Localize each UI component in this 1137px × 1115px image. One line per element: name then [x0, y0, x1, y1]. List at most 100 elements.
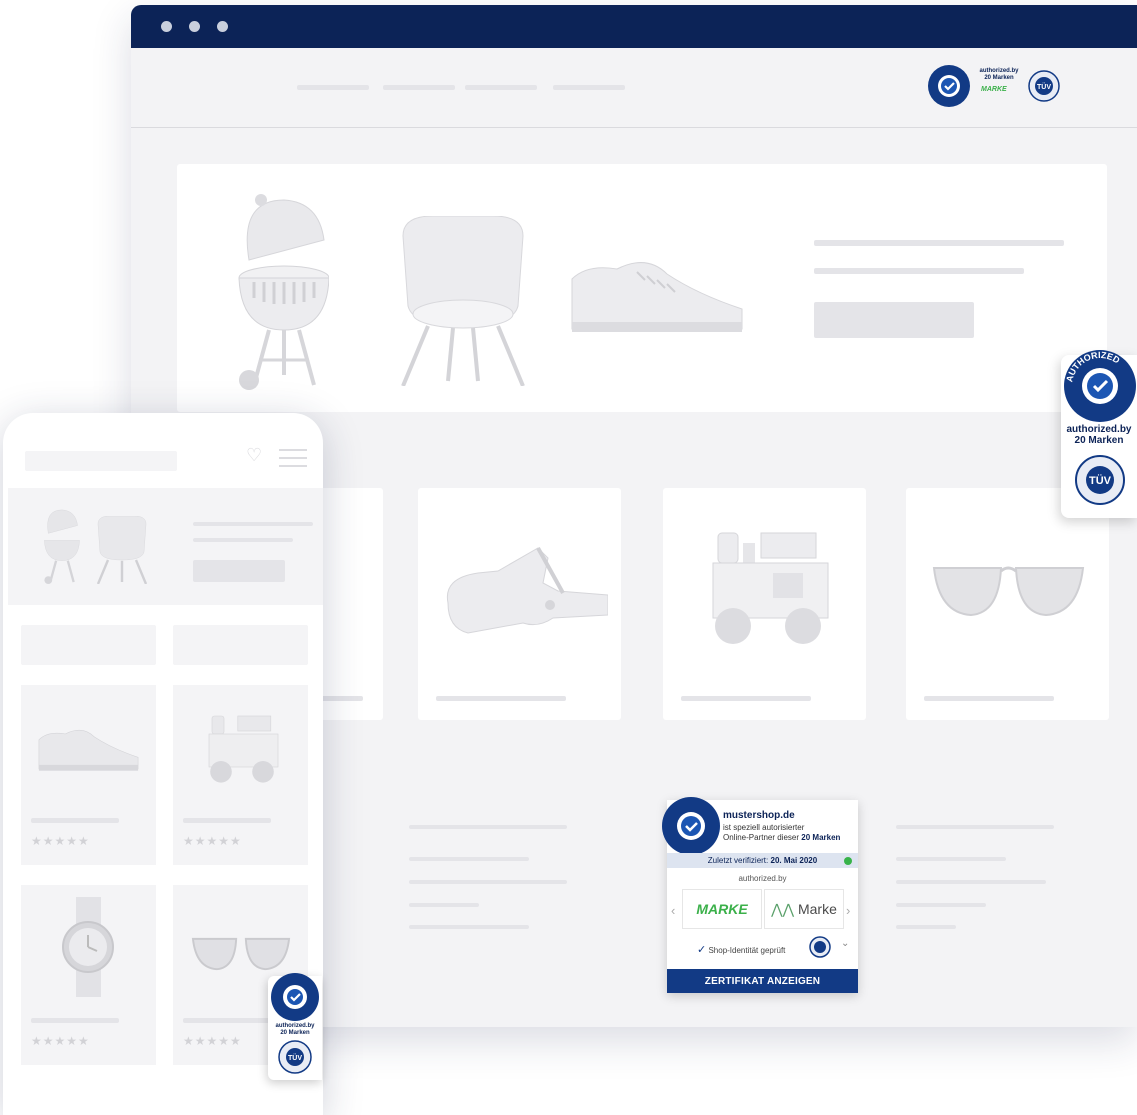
product-title-placeholder	[681, 696, 811, 701]
hamburger-menu-icon[interactable]	[279, 449, 307, 469]
tuv-seal-icon: TÜV	[278, 1040, 312, 1074]
side-badge-line2: 20 Marken	[1074, 435, 1124, 446]
mobile-filter-placeholder[interactable]	[21, 625, 156, 665]
seal-identity-row: ✓ Shop-Identität geprüft	[697, 943, 785, 956]
side-badge-line1: authorized.by	[1066, 424, 1132, 435]
mobile-product-tile[interactable]: ★★★★★	[173, 685, 308, 865]
phone-badge-line2: 20 Marken	[280, 1030, 310, 1036]
tuv-seal-icon	[809, 936, 831, 958]
header-badge-line2: 20 Marken	[984, 75, 1014, 81]
toy-train-illustration	[712, 532, 829, 644]
product-card[interactable]	[663, 488, 866, 720]
seal-shop-domain: mustershop.de	[723, 810, 795, 821]
chevron-right-icon[interactable]: ›	[846, 903, 850, 918]
footer-link-placeholder	[409, 825, 567, 829]
window-dot-icon[interactable]	[217, 21, 228, 32]
seal-text-line2: Online-Partner dieser 20 Marken	[723, 833, 840, 842]
brand-logo-marke: ⋀⋀ Marke	[771, 900, 837, 917]
identity-label: Shop-Identität geprüft	[708, 946, 786, 955]
nav-link-placeholder[interactable]	[297, 85, 369, 90]
mobile-hero-banner[interactable]	[8, 488, 323, 605]
hero-text-placeholder	[814, 268, 1024, 274]
footer-link-placeholder	[409, 880, 567, 884]
seal-text-line1: ist speziell autorisierter	[723, 823, 805, 832]
product-card[interactable]	[906, 488, 1109, 720]
side-tuv-label: TÜV	[1089, 474, 1112, 487]
phone-tuv-label: TÜV	[288, 1053, 302, 1062]
site-navbar: authorized.by 20 Marken MARKE TÜV	[131, 48, 1137, 128]
footer-link-placeholder	[896, 903, 986, 907]
toy-train-illustration	[208, 715, 279, 783]
mobile-product-tile[interactable]: ★★★★★	[21, 885, 156, 1065]
seal-text2: Online-Partner dieser	[723, 833, 800, 842]
brand-logo-marke-text: Marke	[797, 900, 837, 917]
show-certificate-button[interactable]: ZERTIFIKAT ANZEIGEN	[667, 969, 858, 993]
browser-titlebar	[131, 5, 1137, 48]
authorized-partner-seal-icon: AUTHORIZED	[1064, 350, 1136, 422]
authorized-partner-seal-icon	[271, 973, 319, 1021]
header-trust-badge[interactable]: authorized.by 20 Marken MARKE TÜV	[927, 64, 1063, 108]
mobile-hero-cta-placeholder[interactable]	[193, 560, 285, 582]
footer-link-placeholder	[409, 925, 529, 929]
mobile-product-tile[interactable]: ★★★★★	[21, 685, 156, 865]
header-badge-brand: MARKE	[981, 86, 1007, 93]
mobile-sort-placeholder[interactable]	[173, 625, 308, 665]
header-badge-line1: authorized.by	[979, 68, 1019, 74]
footer-link-placeholder	[896, 880, 1046, 884]
trust-seal-widget[interactable]: mustershop.de ist speziell autorisierter…	[662, 797, 858, 993]
mobile-logo-placeholder	[25, 451, 177, 471]
mobile-hero-text-placeholder	[193, 522, 313, 526]
grill-illustration	[44, 509, 80, 585]
chair-illustration	[96, 516, 148, 584]
authorized-partner-seal-icon	[928, 65, 970, 107]
footer-link-placeholder	[896, 825, 1054, 829]
sunglasses-illustration	[191, 937, 291, 971]
nav-link-placeholder[interactable]	[553, 85, 625, 90]
brand-logo-marke-green: MARKE	[696, 901, 748, 917]
chainsaw-illustration	[446, 547, 608, 634]
hero-text-placeholder	[814, 240, 1064, 246]
svg-text:TÜV: TÜV	[1037, 82, 1051, 91]
window-dot-icon[interactable]	[161, 21, 172, 32]
mobile-product-title-placeholder	[31, 818, 119, 823]
verified-date: 20. Mai 2020	[770, 856, 818, 865]
chair-illustration	[401, 216, 525, 386]
mobile-product-title-placeholder	[31, 1018, 119, 1023]
watch-illustration	[62, 897, 114, 997]
shoe-illustration	[571, 262, 743, 332]
hero-cta-placeholder[interactable]	[814, 302, 974, 338]
nav-link-placeholder[interactable]	[383, 85, 455, 90]
sticky-trust-badge[interactable]: AUTHORIZED authorized.by 20 Marken TÜV	[1061, 350, 1137, 518]
mobile-sticky-trust-badge[interactable]: authorized.by 20 Marken TÜV	[268, 973, 322, 1080]
shoe-illustration	[38, 729, 139, 771]
heart-icon[interactable]: ♡	[246, 445, 262, 466]
mobile-product-title-placeholder	[183, 1018, 271, 1023]
chevron-down-icon[interactable]: ⌄	[841, 938, 849, 949]
footer-link-placeholder	[409, 857, 529, 861]
phone-badge-line1: authorized.by	[275, 1023, 315, 1029]
chevron-left-icon[interactable]: ‹	[671, 903, 675, 918]
brand-logo-card[interactable]: MARKE	[682, 889, 762, 929]
footer-link-placeholder	[896, 925, 956, 929]
hero-banner[interactable]	[177, 164, 1107, 412]
authorized-partner-seal-icon	[662, 797, 720, 855]
window-dot-icon[interactable]	[189, 21, 200, 32]
status-indicator-icon	[844, 857, 852, 865]
tuv-seal-icon: TÜV	[1075, 455, 1125, 505]
nav-link-placeholder[interactable]	[465, 85, 537, 90]
seal-verified-bar: Zuletzt verifiziert: 20. Mai 2020	[667, 853, 858, 868]
sunglasses-illustration	[932, 566, 1085, 617]
brand-logo-card[interactable]: ⋀⋀ Marke	[764, 889, 844, 929]
seal-brands-count: 20 Marken	[801, 833, 841, 842]
rating-stars: ★★★★★	[183, 834, 242, 848]
rating-stars: ★★★★★	[183, 1034, 242, 1048]
footer-link-placeholder	[896, 857, 1006, 861]
mobile-hero-text-placeholder	[193, 538, 293, 542]
tuv-seal-icon: TÜV	[1028, 70, 1060, 102]
rating-stars: ★★★★★	[31, 1034, 90, 1048]
seal-authorized-by: authorized.by	[738, 874, 787, 883]
grill-illustration	[238, 194, 329, 390]
mobile-product-title-placeholder	[183, 818, 271, 823]
product-card[interactable]	[418, 488, 621, 720]
verified-label: Zuletzt verifiziert:	[707, 856, 769, 865]
